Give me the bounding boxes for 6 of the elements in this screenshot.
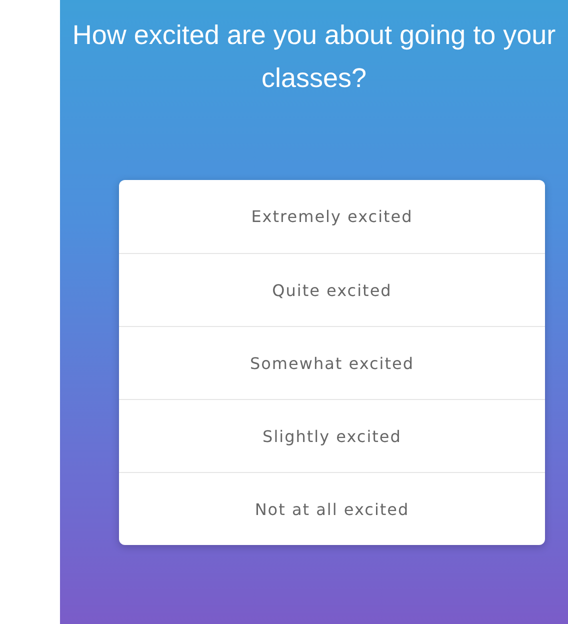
answer-option[interactable]: Extremely excited — [119, 180, 545, 253]
answer-option[interactable]: Not at all excited — [119, 472, 545, 545]
answer-option[interactable]: Somewhat excited — [119, 326, 545, 399]
question-title: How excited are you about going to your classes? — [71, 19, 557, 95]
answer-option[interactable]: Slightly excited — [119, 399, 545, 472]
answer-option[interactable]: Quite excited — [119, 253, 545, 326]
